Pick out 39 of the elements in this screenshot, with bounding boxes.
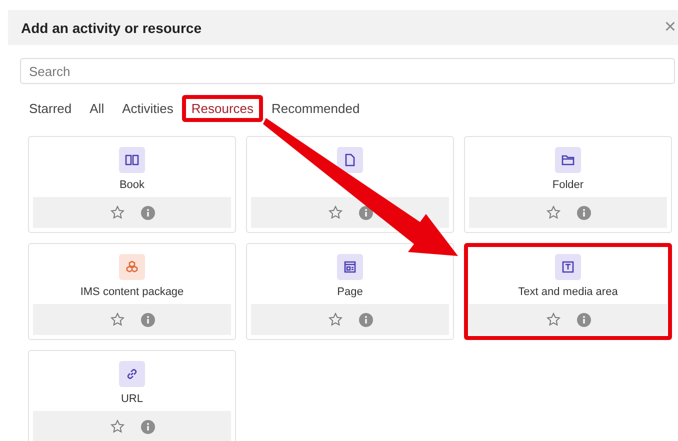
star-button[interactable] — [328, 205, 342, 220]
dialog-title: Add an activity or resource — [21, 20, 202, 36]
info-button[interactable] — [576, 312, 590, 326]
resource-name: Book — [119, 178, 145, 193]
resource-name: Text and media area — [518, 285, 618, 300]
resource-name: URL — [120, 392, 143, 407]
file-icon — [343, 153, 357, 167]
info-button[interactable] — [576, 206, 590, 220]
star-button[interactable] — [546, 312, 560, 327]
cubes-icon — [125, 260, 139, 274]
folder-icon — [561, 153, 575, 167]
resource-name: Folder — [552, 178, 584, 193]
resource-card[interactable]: Text and media area — [464, 243, 672, 340]
star-button[interactable] — [110, 419, 124, 434]
tab[interactable]: Starred — [20, 95, 81, 122]
info-button[interactable] — [358, 312, 372, 326]
book-icon — [125, 153, 139, 167]
resource-card[interactable]: IMS content package — [28, 243, 236, 340]
tab[interactable]: Recommended — [262, 95, 369, 122]
search-field[interactable]: Search — [20, 58, 675, 84]
link-icon — [125, 367, 139, 381]
page-icon — [343, 260, 357, 274]
star-button[interactable] — [328, 312, 342, 327]
resource-card[interactable]: Folder — [464, 136, 672, 233]
resource-card[interactable]: Page — [246, 243, 454, 340]
info-button[interactable] — [140, 206, 154, 220]
tab[interactable]: Resources — [182, 95, 263, 122]
star-button[interactable] — [546, 205, 560, 220]
star-button[interactable] — [110, 312, 124, 327]
resource-name: Page — [337, 285, 363, 300]
info-button[interactable] — [140, 312, 154, 326]
star-button[interactable] — [110, 205, 124, 220]
resource-card[interactable]: URL — [28, 350, 236, 441]
text-icon — [561, 260, 575, 274]
tab[interactable]: All — [80, 95, 114, 122]
info-button[interactable] — [140, 420, 154, 434]
resource-name: IMS content package — [80, 285, 184, 300]
resource-card[interactable]: Book — [28, 136, 236, 233]
tab[interactable]: Activities — [113, 95, 182, 122]
